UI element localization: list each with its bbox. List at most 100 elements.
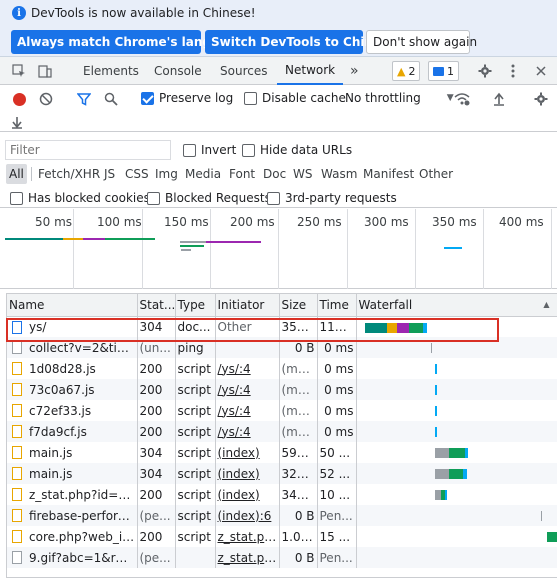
tab-console[interactable]: Console <box>154 57 202 85</box>
type-filter-wasm[interactable]: Wasm <box>321 164 357 184</box>
request-initiator[interactable]: z_stat.ph... <box>215 547 280 568</box>
warnings-badge[interactable]: ▲ 2 <box>392 61 421 81</box>
dont-show-again-button[interactable]: Don't show again <box>366 30 477 54</box>
type-filter-css[interactable]: CSS <box>125 164 149 184</box>
request-initiator[interactable]: (index) <box>215 484 280 505</box>
type-filter-manifest[interactable]: Manifest <box>363 164 414 184</box>
table-row[interactable]: firebase-perform... (pe... script (index… <box>7 505 557 526</box>
device-toolbar-icon[interactable] <box>36 62 54 80</box>
preserve-log-option[interactable]: Preserve log <box>141 91 233 105</box>
has-blocked-cookies-checkbox[interactable] <box>10 191 23 205</box>
request-name[interactable]: firebase-perform... <box>7 505 138 526</box>
column-header-waterfall[interactable]: Waterfall ▲ <box>356 294 557 317</box>
blocked-requests-checkbox[interactable] <box>147 191 160 205</box>
filter-icon[interactable] <box>75 90 93 108</box>
table-row[interactable]: core.php?web_id... 200 script z_stat.ph.… <box>7 526 557 547</box>
has-blocked-cookies-option[interactable]: Has blocked cookies <box>10 191 150 205</box>
tab-sources[interactable]: Sources <box>220 57 267 85</box>
search-icon[interactable] <box>102 90 120 108</box>
column-header-name[interactable]: Name <box>7 294 138 317</box>
column-header-type[interactable]: Type <box>175 294 216 317</box>
table-row[interactable]: 9.gif?abc=1&rnd... (pe... z_stat.ph... 0… <box>7 547 557 568</box>
column-header-initiator[interactable]: Initiator <box>215 294 280 317</box>
type-filter-fetch-xhr[interactable]: Fetch/XHR <box>38 164 100 184</box>
request-name[interactable]: 1d08d28.js <box>7 358 138 379</box>
blocked-requests-option[interactable]: Blocked Requests <box>147 191 271 205</box>
type-filter-all[interactable]: All <box>6 164 27 184</box>
request-initiator[interactable]: (index) <box>215 442 280 463</box>
always-match-language-button[interactable]: Always match Chrome's language <box>11 30 244 54</box>
table-row[interactable]: z_stat.php?id=12... 200 script (index) 3… <box>7 484 557 505</box>
tab-network[interactable]: Network <box>277 57 344 85</box>
request-initiator[interactable]: /ys/:4 <box>215 400 280 421</box>
initiator-link[interactable]: (index):6 <box>218 509 272 523</box>
initiator-link[interactable]: (index) <box>218 446 260 460</box>
close-icon[interactable] <box>532 62 550 80</box>
record-icon[interactable] <box>10 90 28 108</box>
type-filter-ws[interactable]: WS <box>293 164 312 184</box>
request-name[interactable]: f7da9cf.js <box>7 421 138 442</box>
table-row[interactable]: main.js 304 script (index) 592 B 50 ... <box>7 442 557 463</box>
preserve-log-checkbox[interactable] <box>141 91 154 105</box>
type-filter-other[interactable]: Other <box>419 164 453 184</box>
table-row[interactable]: ys/ 304 doc... Other 358 B 112... <box>7 316 557 337</box>
initiator-link[interactable]: (index) <box>218 488 260 502</box>
initiator-link[interactable]: z_stat.ph... <box>218 551 279 565</box>
inspect-element-icon[interactable] <box>10 62 28 80</box>
column-header-size[interactable]: Size <box>279 294 318 317</box>
table-row[interactable]: f7da9cf.js 200 script /ys/:4 (me... 0 ms <box>7 421 557 442</box>
more-tabs-button[interactable]: » <box>350 57 359 85</box>
table-row[interactable]: 1d08d28.js 200 script /ys/:4 (me... 0 ms <box>7 358 557 379</box>
request-name[interactable]: 73c0a67.js <box>7 379 138 400</box>
third-party-requests-option[interactable]: 3rd-party requests <box>267 191 397 205</box>
request-initiator[interactable]: /ys/:4 <box>215 379 280 400</box>
type-filter-media[interactable]: Media <box>185 164 221 184</box>
request-name[interactable]: main.js <box>7 463 138 484</box>
request-initiator[interactable]: (index) <box>215 463 280 484</box>
request-name[interactable]: z_stat.php?id=12... <box>7 484 138 505</box>
request-name[interactable]: core.php?web_id... <box>7 526 138 547</box>
initiator-link[interactable]: /ys/:4 <box>218 383 251 397</box>
table-row[interactable]: main.js 304 script (index) 323 B 52 ... <box>7 463 557 484</box>
type-filter-img[interactable]: Img <box>155 164 178 184</box>
request-initiator[interactable]: (index):6 <box>215 505 280 526</box>
type-filter-doc[interactable]: Doc <box>263 164 286 184</box>
request-initiator[interactable]: z_stat.ph... <box>215 526 280 547</box>
hide-data-urls-checkbox[interactable] <box>242 143 255 157</box>
network-settings-gear-icon[interactable] <box>532 90 550 108</box>
column-header-time[interactable]: Time <box>317 294 357 317</box>
request-name[interactable]: collect?v=2&tid=... <box>7 337 138 358</box>
disable-cache-option[interactable]: Disable cache <box>244 91 346 105</box>
clear-icon[interactable] <box>37 90 55 108</box>
more-options-icon[interactable] <box>504 62 522 80</box>
request-name[interactable]: 9.gif?abc=1&rnd... <box>7 547 138 568</box>
initiator-link[interactable]: /ys/:4 <box>218 425 251 439</box>
type-filter-font[interactable]: Font <box>229 164 255 184</box>
import-har-icon[interactable] <box>490 90 508 108</box>
disable-cache-checkbox[interactable] <box>244 91 257 105</box>
export-har-icon[interactable] <box>8 113 26 131</box>
switch-to-chinese-button[interactable]: Switch DevTools to Chinese <box>205 30 396 54</box>
settings-gear-icon[interactable] <box>476 62 494 80</box>
hide-data-urls-option[interactable]: Hide data URLs <box>242 143 352 157</box>
request-initiator[interactable]: /ys/:4 <box>215 421 280 442</box>
filter-input[interactable] <box>5 140 171 160</box>
third-party-requests-checkbox[interactable] <box>267 191 280 205</box>
table-row[interactable]: c72ef33.js 200 script /ys/:4 (me... 0 ms <box>7 400 557 421</box>
tab-elements[interactable]: Elements <box>83 57 139 85</box>
request-name[interactable]: c72ef33.js <box>7 400 138 421</box>
request-initiator[interactable]: /ys/:4 <box>215 358 280 379</box>
invert-checkbox[interactable] <box>183 143 196 157</box>
initiator-link[interactable]: (index) <box>218 467 260 481</box>
throttling-select[interactable]: No throttling ▼ <box>345 91 454 105</box>
network-conditions-icon[interactable] <box>453 90 471 108</box>
messages-badge[interactable]: 1 <box>428 61 459 81</box>
table-row[interactable]: collect?v=2&tid=... (un... ping 0 B 0 ms <box>7 337 557 358</box>
invert-option[interactable]: Invert <box>183 143 236 157</box>
column-header-status[interactable]: Stat... <box>137 294 176 317</box>
type-filter-js[interactable]: JS <box>104 164 115 184</box>
table-row[interactable]: 73c0a67.js 200 script /ys/:4 (me... 0 ms <box>7 379 557 400</box>
initiator-link[interactable]: /ys/:4 <box>218 404 251 418</box>
initiator-link[interactable]: /ys/:4 <box>218 362 251 376</box>
request-name[interactable]: ys/ <box>7 316 138 337</box>
